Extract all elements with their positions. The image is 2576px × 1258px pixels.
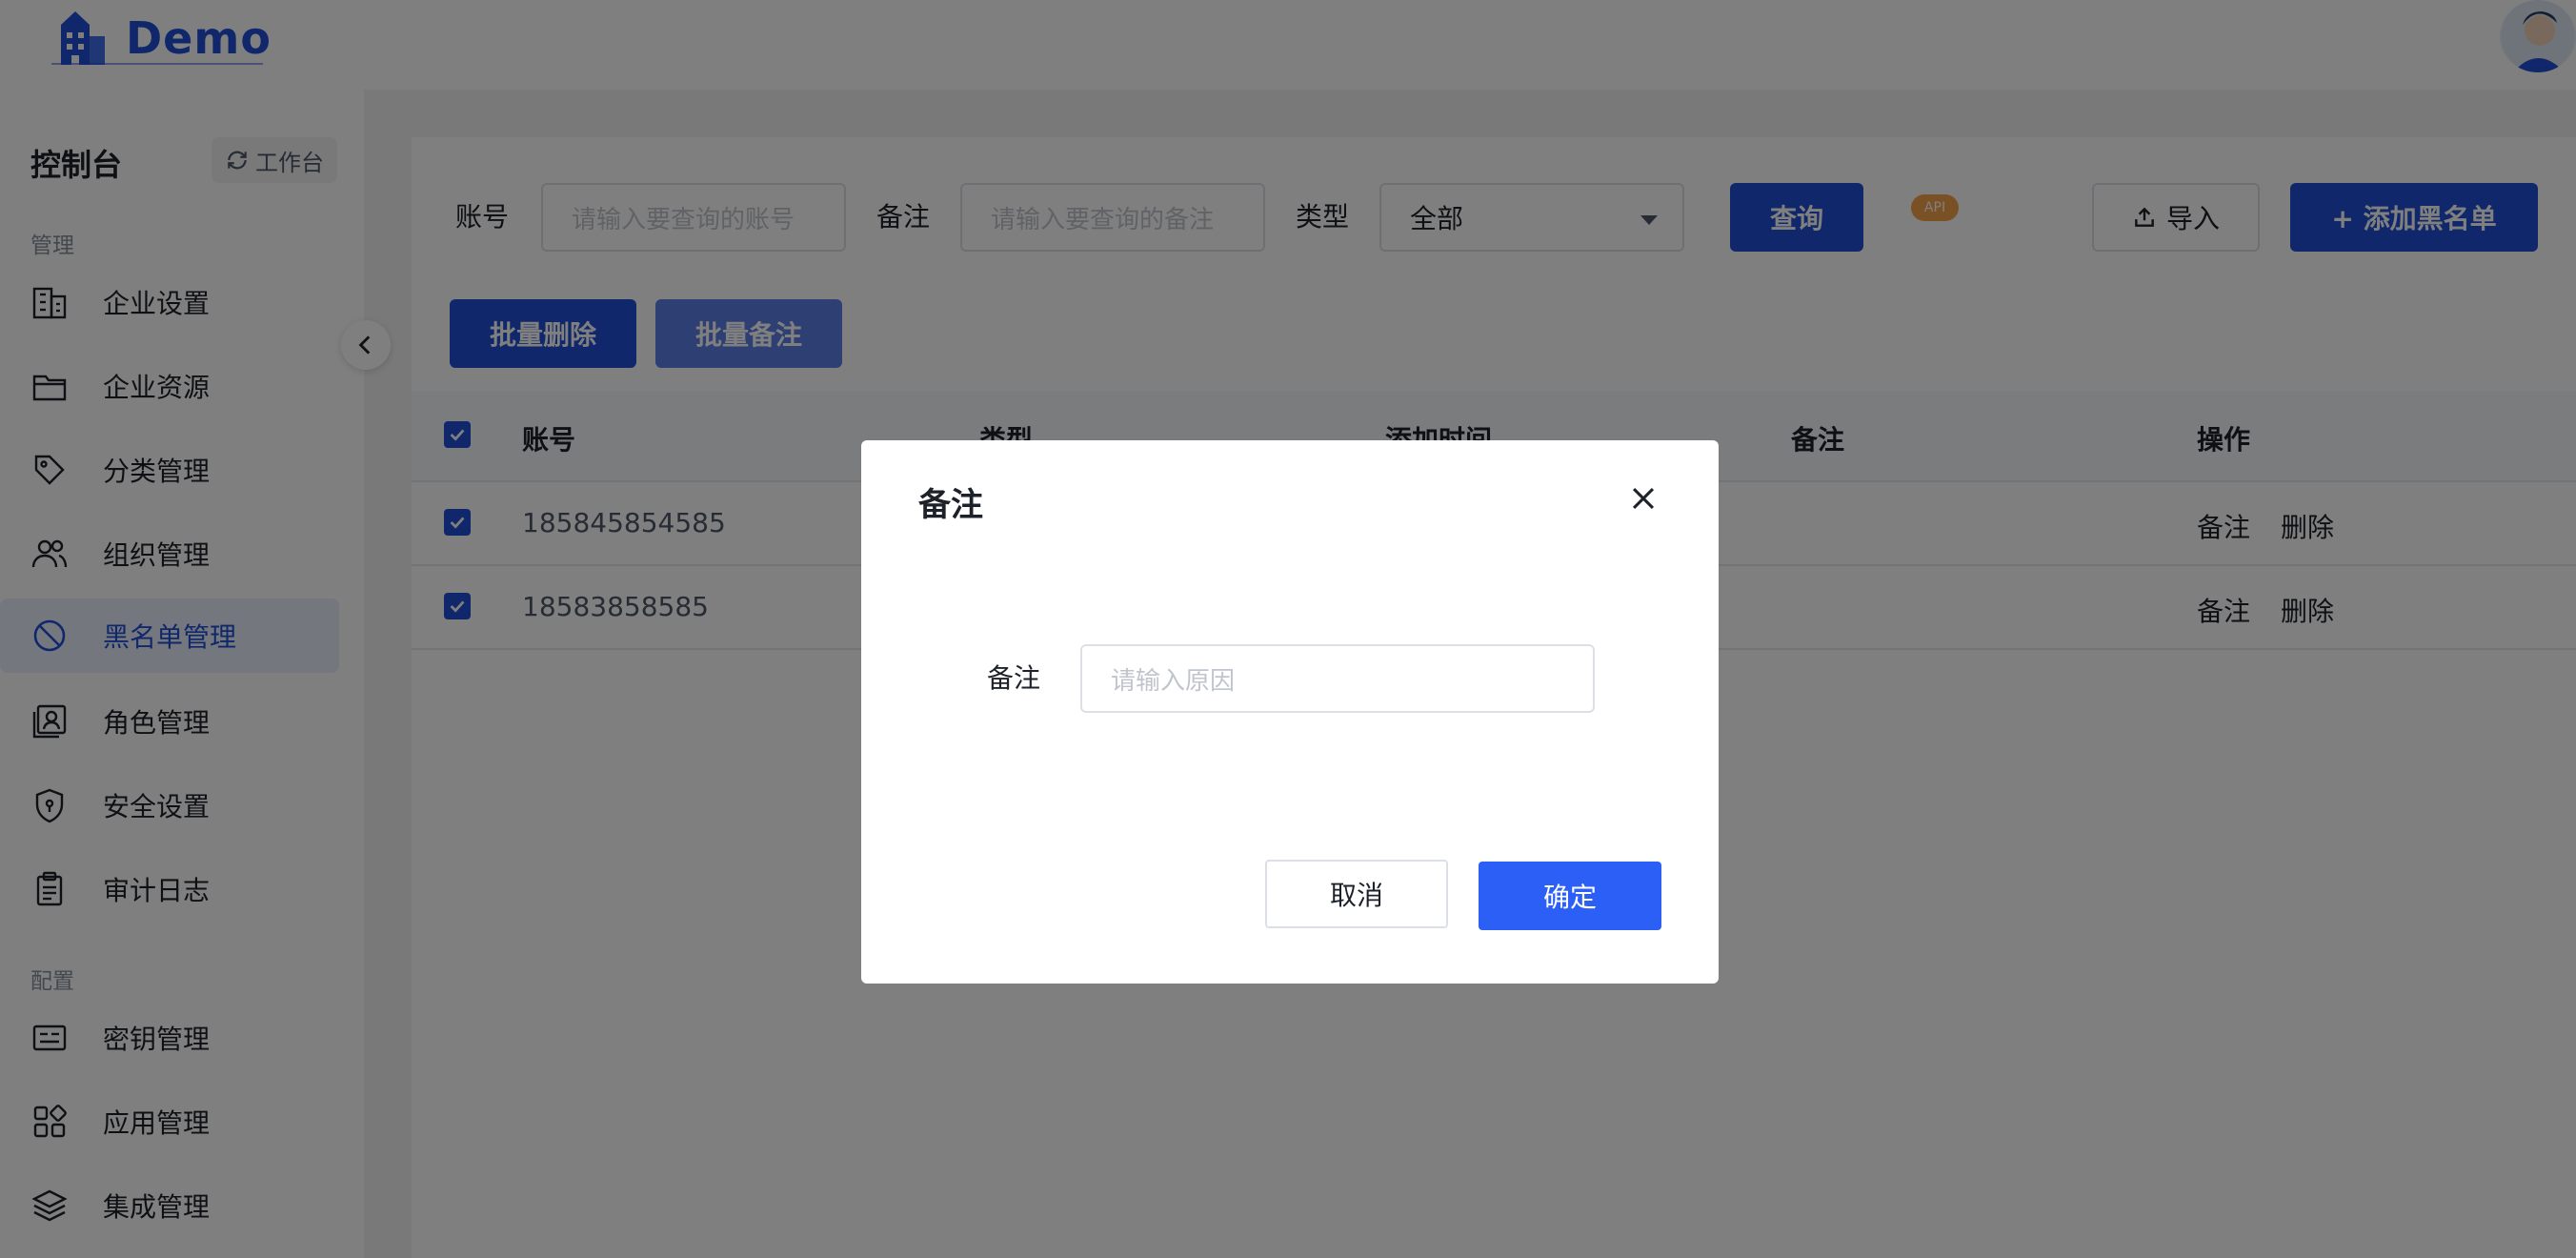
close-icon <box>1632 487 1655 510</box>
dialog-close-button[interactable] <box>1623 478 1663 518</box>
confirm-button[interactable]: 确定 <box>1479 862 1661 930</box>
remark-reason-input[interactable]: 请输入原因 <box>1080 644 1595 713</box>
dialog-title: 备注 <box>918 486 983 524</box>
remark-field-label: 备注 <box>987 662 1041 694</box>
remark-dialog: 备注 备注 请输入原因 取消 确定 <box>861 440 1719 984</box>
cancel-button[interactable]: 取消 <box>1265 860 1448 928</box>
